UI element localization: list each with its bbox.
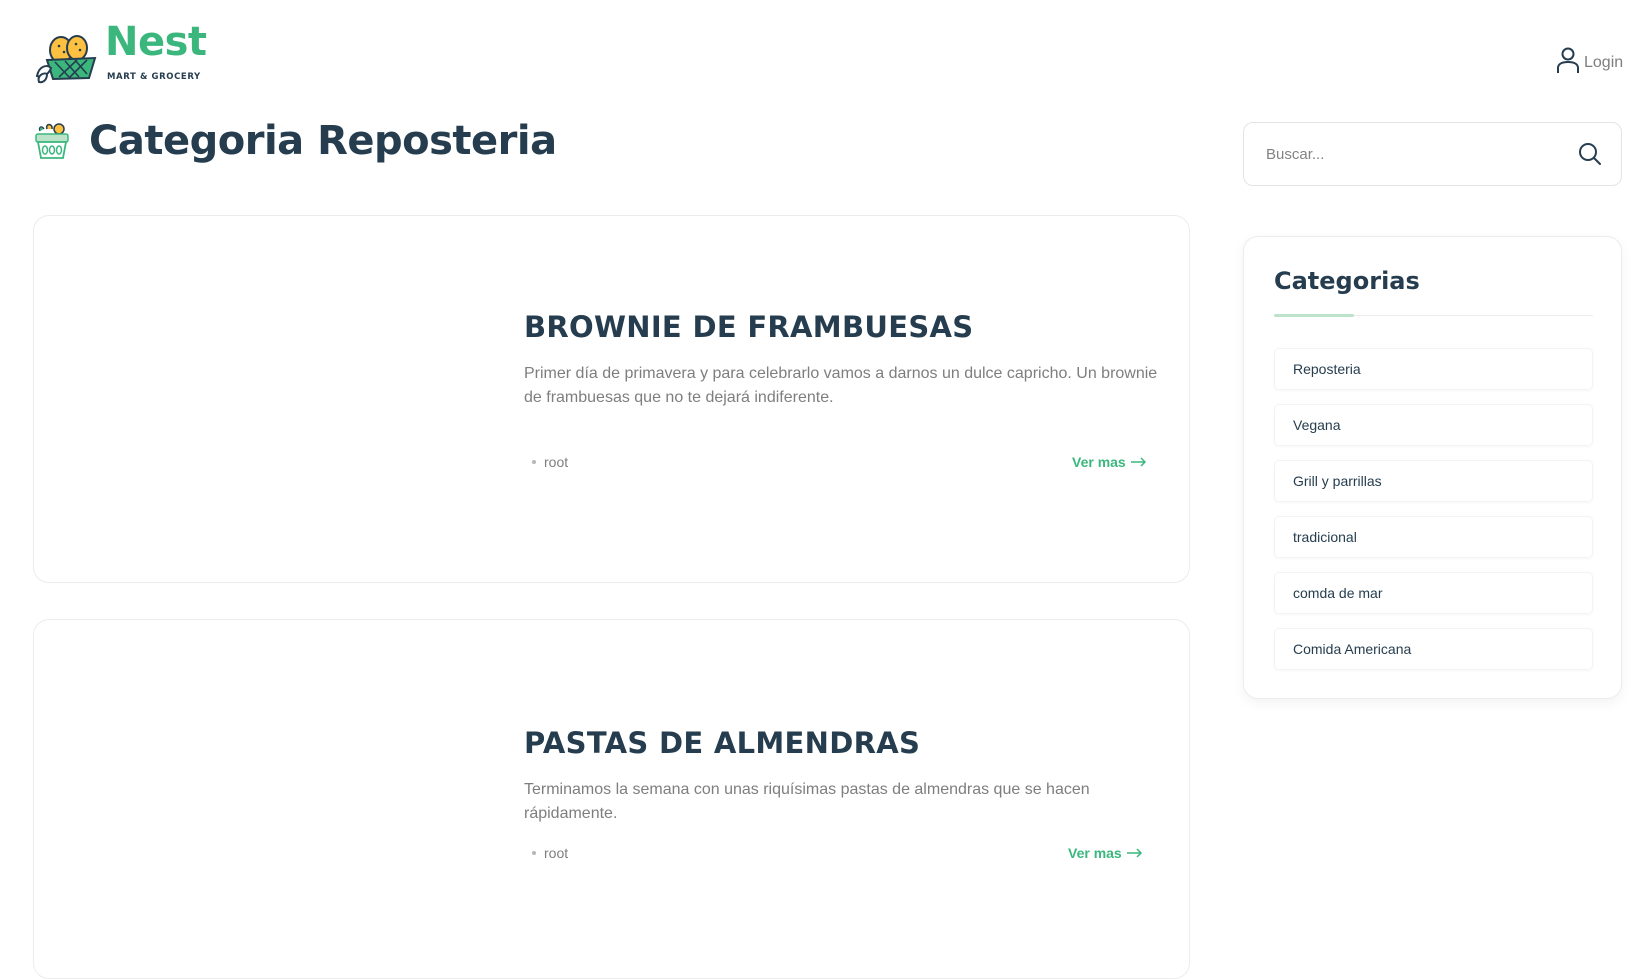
- category-item-vegana[interactable]: Vegana: [1274, 404, 1593, 446]
- read-more-link[interactable]: Ver mas: [1072, 454, 1147, 470]
- post-author: root: [532, 845, 568, 861]
- category-item-reposteria[interactable]: Reposteria: [1274, 348, 1593, 390]
- read-more-label: Ver mas: [1068, 845, 1122, 861]
- user-icon: [1557, 47, 1579, 73]
- divider-accent: [1274, 314, 1354, 317]
- logo[interactable]: Nest MART & GROCERY: [33, 22, 208, 86]
- post-card: BROWNIE DE FRAMBUESAS Primer día de prim…: [33, 215, 1190, 583]
- read-more-link[interactable]: Ver mas: [1068, 845, 1143, 861]
- logo-tagline: MART & GROCERY: [107, 72, 201, 82]
- arrow-right-icon: [1130, 457, 1146, 467]
- read-more-label: Ver mas: [1072, 454, 1126, 470]
- login-link[interactable]: Login: [1556, 46, 1623, 74]
- post-excerpt: Terminamos la semana con unas riquísimas…: [524, 781, 1090, 822]
- search-input[interactable]: [1264, 123, 1564, 185]
- search-box: [1243, 122, 1622, 186]
- category-item-grill[interactable]: Grill y parrillas: [1274, 460, 1593, 502]
- post-author-name: root: [544, 845, 569, 861]
- post-excerpt: Primer día de primavera y para celebrarl…: [524, 365, 1158, 406]
- login-label: Login: [1584, 54, 1624, 71]
- post-author: root: [532, 454, 568, 470]
- categories-widget: Categorias Reposteria Vegana Grill y par…: [1243, 236, 1622, 699]
- post-content: PASTAS DE ALMENDRAS Terminamos la semana…: [524, 726, 1164, 826]
- category-list: Reposteria Vegana Grill y parrillas trad…: [1274, 348, 1593, 684]
- category-item-comida-de-mar[interactable]: comda de mar: [1274, 572, 1593, 614]
- post-author-name: root: [544, 454, 569, 470]
- category-item-tradicional[interactable]: tradicional: [1274, 516, 1593, 558]
- page-title: Categoria Reposteria: [89, 118, 557, 164]
- bullet-dot: [532, 851, 536, 855]
- site-header: Nest MART & GROCERY Login: [0, 0, 1641, 110]
- page-heading: Categoria Reposteria: [33, 118, 557, 164]
- grocery-basket-logo-icon: [35, 35, 97, 84]
- basket-icon: [35, 123, 69, 159]
- bullet-dot: [532, 460, 536, 464]
- post-title[interactable]: BROWNIE DE FRAMBUESAS: [524, 310, 1164, 344]
- search-icon[interactable]: [1577, 141, 1603, 167]
- post-title[interactable]: PASTAS DE ALMENDRAS: [524, 726, 1164, 760]
- categories-title: Categorias: [1274, 267, 1420, 295]
- logo-name: Nest: [105, 19, 207, 65]
- category-item-comida-americana[interactable]: Comida Americana: [1274, 628, 1593, 670]
- post-content: BROWNIE DE FRAMBUESAS Primer día de prim…: [524, 310, 1164, 410]
- arrow-right-icon: [1126, 848, 1142, 858]
- post-card: PASTAS DE ALMENDRAS Terminamos la semana…: [33, 619, 1190, 979]
